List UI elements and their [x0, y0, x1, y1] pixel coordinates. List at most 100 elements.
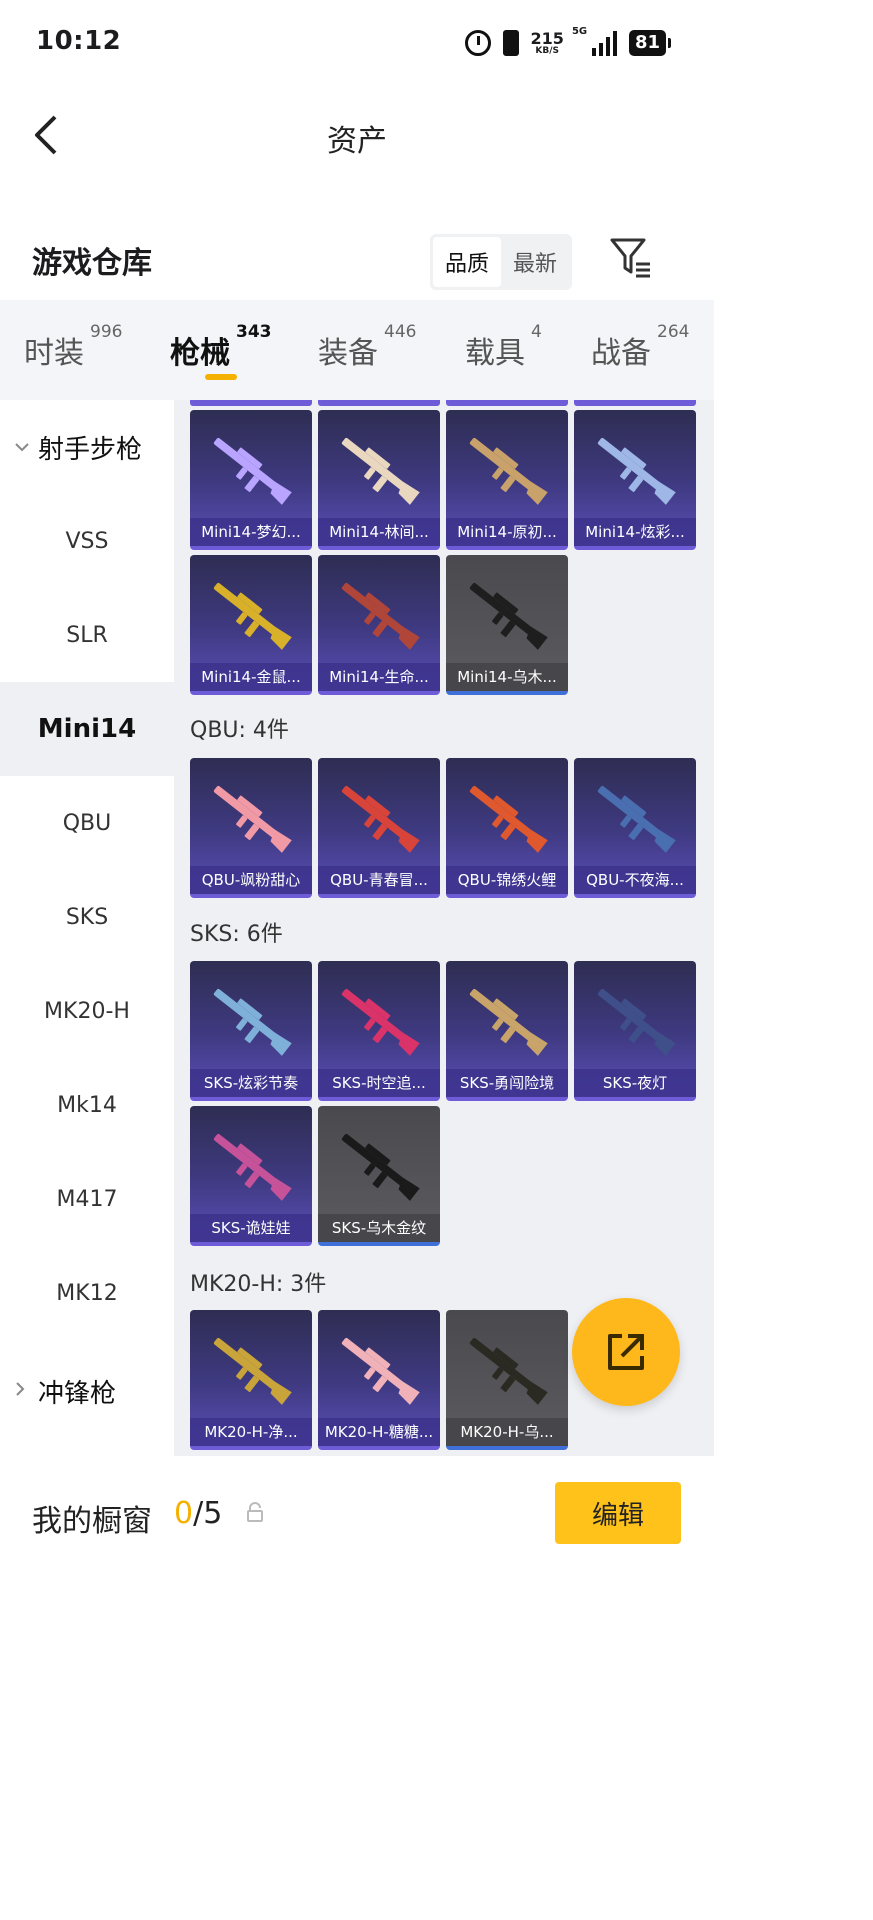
- tab-label: 装备: [318, 336, 378, 371]
- showcase-total: /5: [193, 1496, 223, 1531]
- sidebar-category-label: 冲锋枪: [38, 1378, 117, 1409]
- item-label: MK20-H-净...: [190, 1418, 312, 1446]
- item-card[interactable]: Mini14-乌木...: [446, 555, 568, 695]
- item-card[interactable]: QBU-不夜海...: [574, 758, 696, 898]
- item-label: Mini14-乌木...: [446, 663, 568, 691]
- sidebar-item-sks[interactable]: SKS: [0, 870, 174, 964]
- showcase-count: 0/5: [174, 1496, 222, 1531]
- rifle-icon: [597, 785, 676, 853]
- tab-fashion[interactable]: 时装 996: [24, 322, 122, 372]
- sort-quality[interactable]: 品质: [433, 237, 501, 287]
- item-card[interactable]: SKS-夜灯: [574, 961, 696, 1101]
- sidebar-item-qbu[interactable]: QBU: [0, 776, 174, 870]
- tab-label: 载具: [465, 336, 525, 371]
- rifle-icon: [469, 785, 548, 853]
- item-card[interactable]: Mini14-生命...: [318, 555, 440, 695]
- rifle-icon: [469, 437, 548, 505]
- sidebar-item-mini14[interactable]: Mini14: [0, 682, 174, 776]
- network-speed: 215 KB/S: [530, 28, 564, 56]
- item-label: Mini14-原初...: [446, 518, 568, 546]
- rifle-icon: [341, 988, 420, 1056]
- item-card[interactable]: SKS-炫彩节奏: [190, 961, 312, 1101]
- item-card[interactable]: QBU-锦绣火鲤: [446, 758, 568, 898]
- showcase-label: 我的橱窗: [32, 1504, 152, 1539]
- tab-gear[interactable]: 战备 264: [591, 322, 689, 372]
- item-card[interactable]: QBU-飒粉甜心: [190, 758, 312, 898]
- filter-icon: [610, 238, 650, 278]
- sidebar-item-vss[interactable]: VSS: [0, 494, 174, 588]
- showcase-current: 0: [174, 1496, 194, 1531]
- tab-count: 264: [657, 322, 690, 342]
- sidebar-category-smg[interactable]: 冲锋枪: [0, 1344, 174, 1438]
- item-card[interactable]: Mini14-炫彩...: [574, 410, 696, 550]
- tab-guns[interactable]: 枪械 343: [170, 322, 272, 372]
- item-card[interactable]: MK20-H-乌...: [446, 1310, 568, 1450]
- sort-latest[interactable]: 最新: [501, 237, 569, 287]
- item-label: Mini14-林间...: [318, 518, 440, 546]
- rifle-icon: [213, 785, 292, 853]
- chevron-right-icon: [14, 1381, 30, 1401]
- item-label: QBU-不夜海...: [574, 866, 696, 894]
- group-title-mk20h: MK20-H: 3件: [190, 1272, 327, 1297]
- alarm-icon: [464, 30, 491, 56]
- item-label: QBU-飒粉甜心: [190, 866, 312, 894]
- tab-count: 446: [384, 322, 417, 342]
- showcase-bar: 我的橱窗 0/5 编辑: [0, 1456, 714, 1568]
- filter-button[interactable]: [608, 234, 654, 280]
- partial-card: [318, 400, 440, 406]
- item-label: MK20-H-糖糖...: [318, 1418, 440, 1446]
- weapon-sidebar: 射手步枪 VSS SLR Mini14 QBU SKS MK20-H Mk14 …: [0, 400, 174, 1456]
- item-card[interactable]: SKS-时空追...: [318, 961, 440, 1101]
- external-link-icon: [608, 1334, 644, 1370]
- speed-value: 215: [530, 28, 564, 48]
- sidebar-item-slr[interactable]: SLR: [0, 588, 174, 682]
- item-card[interactable]: Mini14-梦幻...: [190, 410, 312, 550]
- item-card[interactable]: MK20-H-净...: [190, 1310, 312, 1450]
- tab-label: 枪械: [170, 336, 230, 371]
- rifle-icon: [341, 437, 420, 505]
- item-label: Mini14-金鼠...: [190, 663, 312, 691]
- rifle-icon: [213, 437, 292, 505]
- item-card[interactable]: Mini14-金鼠...: [190, 555, 312, 695]
- item-card[interactable]: Mini14-原初...: [446, 410, 568, 550]
- sidebar-item-mk14[interactable]: Mk14: [0, 1058, 174, 1152]
- item-card[interactable]: Mini14-林间...: [318, 410, 440, 550]
- rifle-icon: [341, 1133, 420, 1201]
- item-label: Mini14-梦幻...: [190, 518, 312, 546]
- sidebar-item-mk12[interactable]: MK12: [0, 1246, 174, 1340]
- item-card[interactable]: SKS-勇闯险境: [446, 961, 568, 1101]
- rifle-icon: [341, 1337, 420, 1405]
- item-card[interactable]: MK20-H-糖糖...: [318, 1310, 440, 1450]
- chevron-down-icon: [14, 438, 30, 457]
- battery-icon: 81: [628, 30, 672, 56]
- rifle-icon: [341, 785, 420, 853]
- sidebar-item-m417[interactable]: M417: [0, 1152, 174, 1246]
- tab-vehicles[interactable]: 载具 4: [465, 322, 542, 372]
- rifle-icon: [213, 582, 292, 650]
- sidebar-category-marksman[interactable]: 射手步枪: [0, 400, 174, 494]
- tab-label: 战备: [591, 336, 651, 371]
- share-fab[interactable]: [572, 1298, 680, 1406]
- sidebar-category-label: 射手步枪: [38, 434, 143, 465]
- active-tab-indicator: [205, 374, 237, 380]
- edit-button[interactable]: 编辑: [555, 1482, 681, 1544]
- item-label: Mini14-生命...: [318, 663, 440, 691]
- lock-icon: [247, 1502, 263, 1522]
- sidebar-item-mk20h[interactable]: MK20-H: [0, 964, 174, 1058]
- item-card[interactable]: SKS-乌木金纹: [318, 1106, 440, 1246]
- section-title: 游戏仓库: [32, 246, 152, 281]
- status-icons: 215 KB/S 5G 81: [464, 26, 672, 60]
- item-label: QBU-锦绣火鲤: [446, 866, 568, 894]
- partial-card: [574, 400, 696, 406]
- tab-count: 4: [531, 322, 542, 342]
- signal-icon: 5G: [572, 26, 617, 56]
- network-type: 5G: [571, 26, 588, 37]
- item-card[interactable]: QBU-青春冒...: [318, 758, 440, 898]
- item-card[interactable]: SKS-诡娃娃: [190, 1106, 312, 1246]
- category-tabs: 时装 996 枪械 343 装备 446 载具 4 战备 264: [0, 300, 714, 400]
- item-label: SKS-诡娃娃: [190, 1214, 312, 1242]
- tab-equipment[interactable]: 装备 446: [318, 322, 416, 372]
- tab-count: 996: [90, 322, 123, 342]
- nav-bar: 资产: [0, 88, 714, 182]
- rifle-icon: [341, 582, 420, 650]
